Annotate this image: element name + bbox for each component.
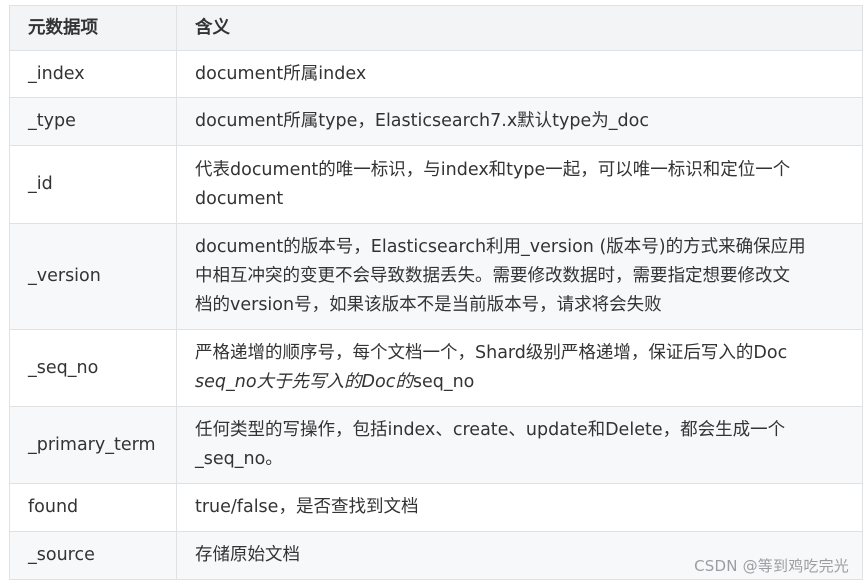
field-description: 严格递增的顺序号，每个文档一个，Shard级别严格递增，保证后写入的Doc se…	[176, 329, 863, 407]
field-name: _version	[9, 223, 177, 330]
table-row: found true/false，是否查找到文档	[9, 483, 863, 532]
plain-text: seq_no	[412, 372, 475, 392]
field-name: _index	[9, 50, 177, 98]
description-line: 档的version号，如果该版本不是当前版本号，请求将会失败	[195, 295, 662, 315]
field-name: _source	[9, 531, 177, 580]
description-line-mixed: seq_no大于先写入的Doc的seq_no	[195, 368, 846, 397]
header-field: 元数据项	[9, 5, 177, 51]
field-name: found	[9, 483, 177, 532]
field-name: _seq_no	[9, 329, 177, 407]
field-description: 任何类型的写操作，包括index、create、update和Delete，都会…	[176, 406, 863, 484]
field-name: _id	[9, 145, 177, 224]
field-description: document所属type，Elasticsearch7.x默认type为_d…	[176, 97, 863, 146]
table-row: _id 代表document的唯一标识，与index和type一起，可以唯一标识…	[9, 145, 863, 224]
description-line: document的版本号，Elasticsearch利用_version (版本…	[195, 237, 806, 257]
description-line: 任何类型的写操作，包括index、create、update和Delete，都会…	[195, 420, 786, 440]
description-line: _seq_no。	[195, 449, 283, 469]
csdn-watermark: CSDN @等到鸡吃完光	[694, 557, 849, 575]
field-description: true/false，是否查找到文档	[176, 483, 863, 532]
field-name: _primary_term	[9, 406, 177, 484]
table-row: _primary_term 任何类型的写操作，包括index、create、up…	[9, 406, 863, 484]
field-description: document所属index	[176, 50, 863, 98]
description-line: 代表document的唯一标识，与index和type一起，可以唯一标识和定位一…	[195, 159, 791, 180]
description-line: 中相互冲突的变更不会导致数据丢失。需要修改数据时，需要指定想要修改文	[195, 266, 790, 286]
table-header-row: 元数据项 含义	[9, 5, 863, 51]
table-row: _type document所属type，Elasticsearch7.x默认t…	[9, 97, 863, 146]
table-row: _index document所属index	[9, 50, 863, 98]
description-line: document	[195, 188, 284, 209]
description-line: document所属type，Elasticsearch7.x默认type为_d…	[195, 111, 649, 131]
metadata-table: 元数据项 含义 _index document所属index _type doc…	[9, 5, 863, 580]
italic-text: seq_no大于先写入的Doc的	[195, 372, 413, 392]
field-name: _type	[9, 97, 177, 146]
table-row: _seq_no 严格递增的顺序号，每个文档一个，Shard级别严格递增，保证后写…	[9, 329, 863, 407]
table-row: _version document的版本号，Elasticsearch利用_ve…	[9, 223, 863, 330]
header-meaning: 含义	[176, 5, 863, 51]
description-line: 严格递增的顺序号，每个文档一个，Shard级别严格递增，保证后写入的Doc	[195, 343, 788, 363]
field-description: document的版本号，Elasticsearch利用_version (版本…	[176, 223, 863, 330]
description-line: document所属index	[195, 63, 367, 84]
description-line: true/false，是否查找到文档	[195, 497, 419, 517]
field-description: 代表document的唯一标识，与index和type一起，可以唯一标识和定位一…	[176, 145, 863, 224]
